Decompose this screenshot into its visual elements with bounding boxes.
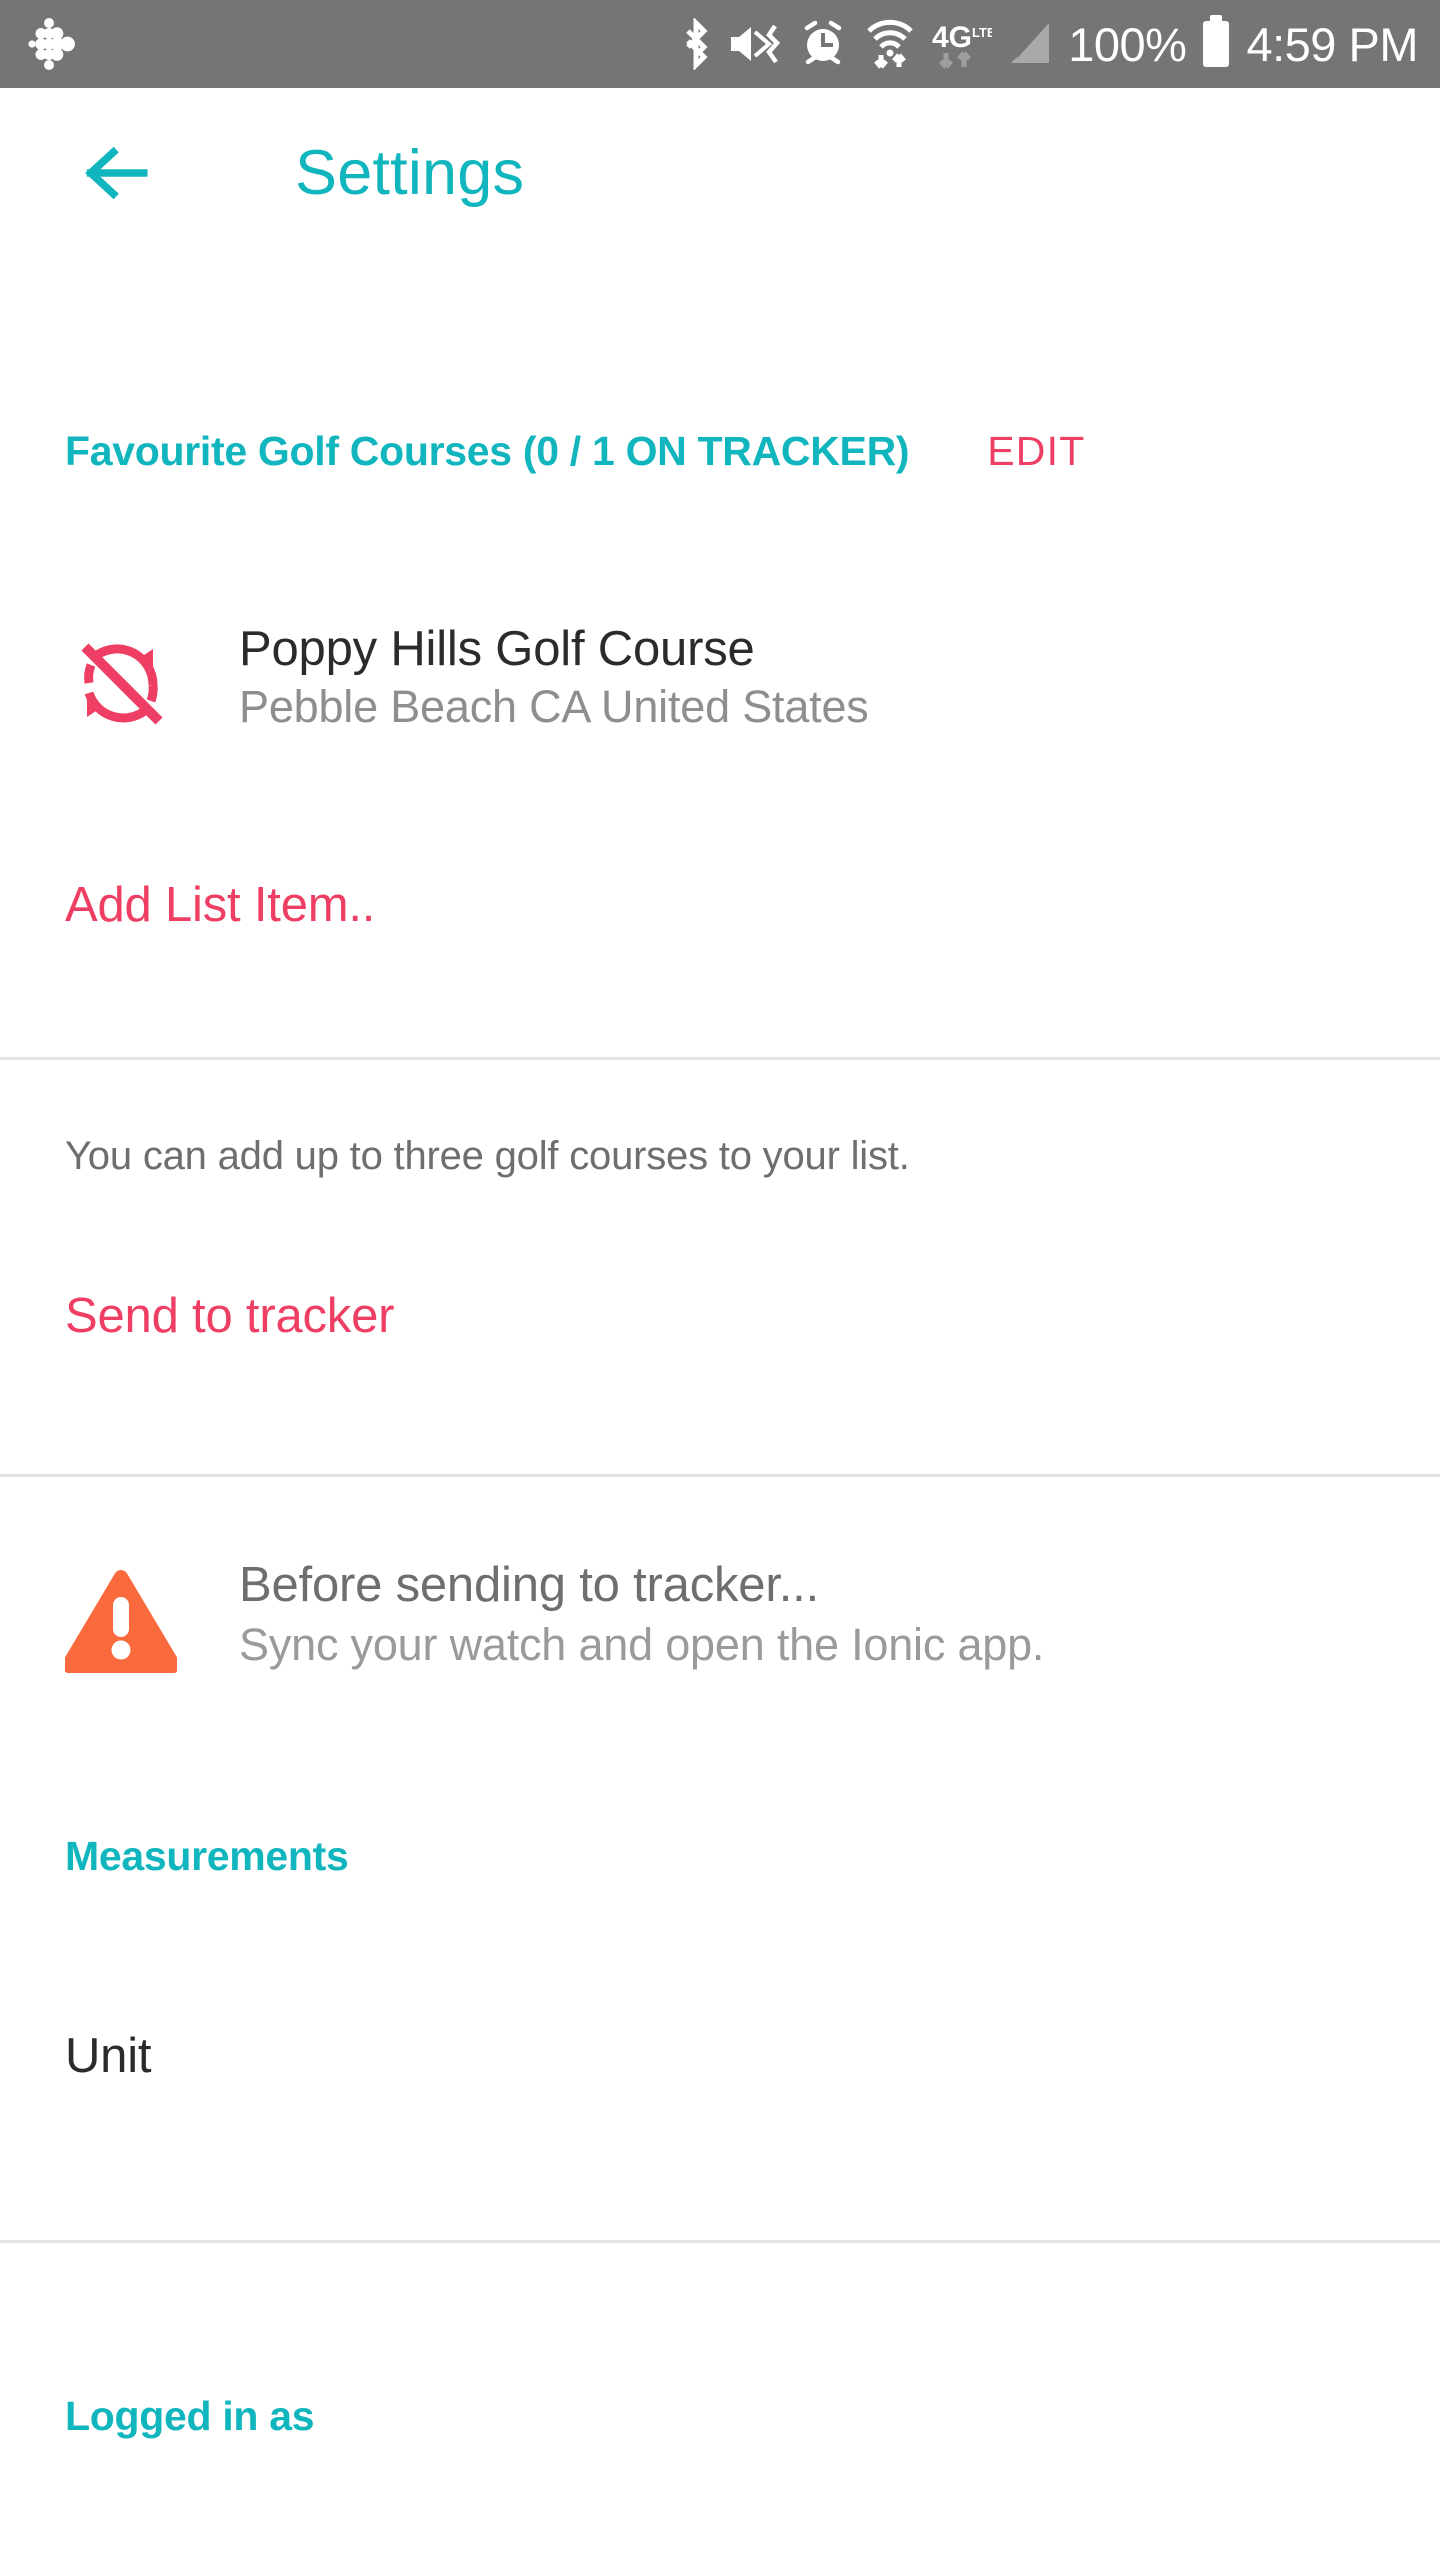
account-section-title: Logged in as — [65, 2393, 314, 2440]
spacer-divider-to-warning — [0, 1477, 1440, 1559]
account-section-header: Logged in as — [0, 2393, 1440, 2440]
fitbit-logo-icon — [18, 13, 80, 75]
spacer-help-to-send — [0, 1180, 1440, 1288]
battery-percent-label: 100% — [1068, 21, 1186, 68]
warning-subtitle: Sync your watch and open the Ionic app. — [239, 1620, 1044, 1670]
measurements-section-header: Measurements — [0, 1833, 1440, 1880]
favourites-section-header: Favourite Golf Courses (0 / 1 ON TRACKER… — [0, 428, 1440, 475]
battery-full-icon — [1203, 21, 1229, 67]
favourites-help-text: You can add up to three golf courses to … — [0, 1132, 1440, 1180]
spacer-appbar-to-favourites — [0, 228, 1440, 428]
edit-button[interactable]: EDIT — [987, 428, 1085, 475]
spacer-course-to-add — [0, 739, 1440, 877]
wifi-icon — [863, 17, 917, 71]
favourites-section-title: Favourite Golf Courses (0 / 1 ON TRACKER… — [65, 428, 909, 475]
spacer-unit-to-divider — [0, 2084, 1440, 2240]
status-bar-right: 4G LTE 100% 4:59 PM — [680, 17, 1418, 71]
spacer-divider-to-help — [0, 1060, 1440, 1132]
warning-triangle-icon — [65, 1565, 177, 1677]
back-button[interactable] — [85, 137, 157, 209]
status-bar-left — [18, 13, 80, 75]
add-list-item-button[interactable]: Add List Item.. — [0, 877, 440, 933]
measurements-section-title: Measurements — [65, 1833, 349, 1880]
alarm-clock-icon — [798, 18, 848, 70]
add-list-item-row: Add List Item.. — [0, 877, 1440, 933]
sync-disabled-icon — [65, 627, 177, 739]
warning-text-block: Before sending to tracker... Sync your w… — [239, 1559, 1044, 1670]
status-bar: 4G LTE 100% 4:59 PM — [0, 0, 1440, 88]
cell-signal-icon — [1007, 19, 1053, 69]
send-to-tracker-button[interactable]: Send to tracker — [0, 1288, 459, 1344]
send-to-tracker-row: Send to tracker — [0, 1288, 1440, 1344]
course-location: Pebble Beach CA United States — [239, 682, 869, 732]
svg-text:4G: 4G — [932, 21, 972, 54]
list-item[interactable]: Poppy Hills Golf Course Pebble Beach CA … — [0, 623, 1440, 739]
setting-row-unit[interactable]: Unit — [0, 2028, 1440, 2084]
app-bar: Settings — [0, 88, 1440, 228]
spacer-header-to-course — [0, 475, 1440, 623]
warning-title: Before sending to tracker... — [239, 1559, 1044, 1612]
back-arrow-icon — [85, 145, 157, 201]
spacer-add-to-divider — [0, 933, 1440, 1057]
warning-block: Before sending to tracker... Sync your w… — [0, 1559, 1440, 1677]
network-4g-lte-icon: 4G LTE — [932, 17, 992, 71]
bluetooth-icon — [680, 18, 712, 70]
spacer-warning-to-measurements — [0, 1677, 1440, 1833]
course-name: Poppy Hills Golf Course — [239, 623, 869, 676]
volume-mute-vibrate-icon — [727, 18, 783, 70]
unit-label: Unit — [65, 2028, 151, 2084]
spacer-measurements-to-unit — [0, 1880, 1440, 2028]
page-title: Settings — [295, 142, 524, 205]
clock-label: 4:59 PM — [1246, 21, 1418, 68]
svg-text:LTE: LTE — [972, 25, 992, 40]
spacer-divider-to-account — [0, 2243, 1440, 2393]
course-text-block: Poppy Hills Golf Course Pebble Beach CA … — [239, 623, 869, 732]
spacer-send-to-divider — [0, 1344, 1440, 1474]
